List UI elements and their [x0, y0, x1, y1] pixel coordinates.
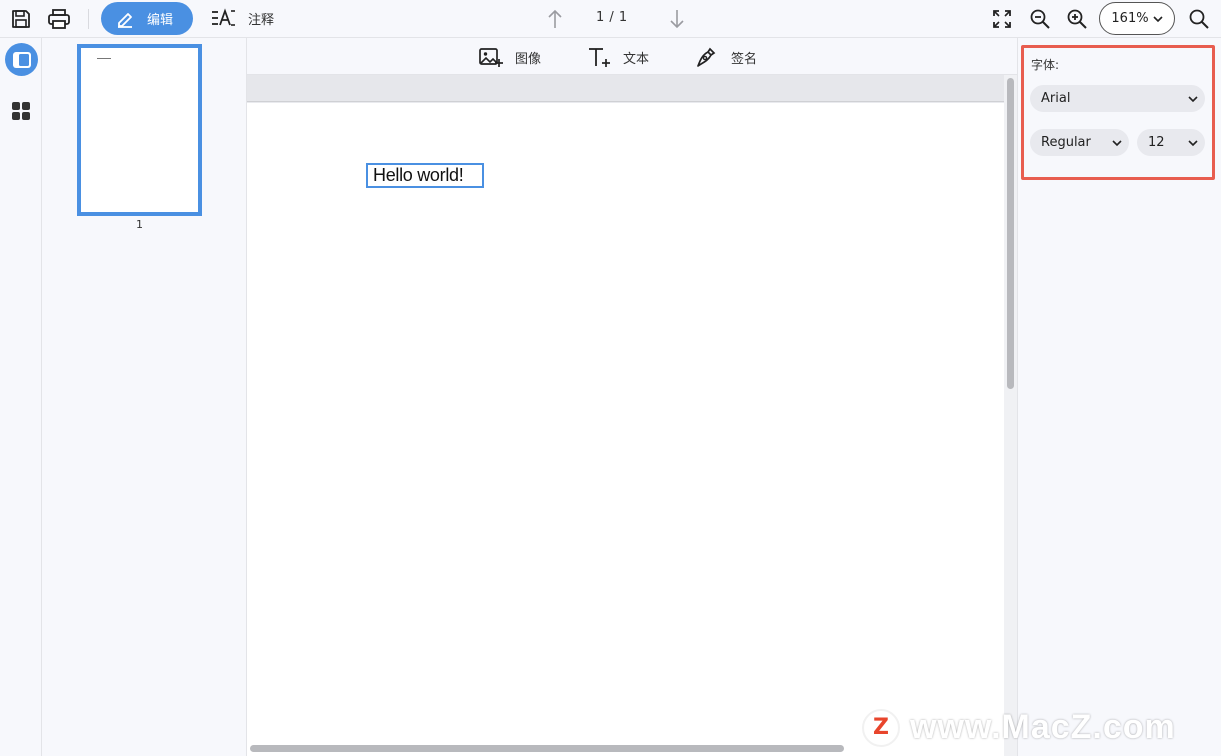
- fullscreen-icon[interactable]: [989, 6, 1015, 32]
- add-text-button[interactable]: 文本: [587, 44, 649, 70]
- print-icon[interactable]: [46, 6, 72, 32]
- page-indicator: 1 / 1: [596, 10, 628, 25]
- font-style-select[interactable]: Regular: [1030, 129, 1129, 156]
- chevron-down-icon: [1153, 15, 1163, 23]
- search-icon[interactable]: [1186, 6, 1212, 32]
- arrow-down-icon[interactable]: [664, 6, 690, 32]
- zoom-level-value: 161%: [1111, 11, 1149, 26]
- sidebar-icon: [12, 51, 32, 69]
- add-signature-button[interactable]: 签名: [695, 44, 757, 70]
- thumbnail-text-preview: [97, 58, 111, 59]
- selected-text-box[interactable]: Hello world!: [366, 163, 484, 188]
- font-family-value: Arial: [1041, 91, 1071, 106]
- zoom-in-icon[interactable]: [1064, 6, 1090, 32]
- arrow-up-icon[interactable]: [542, 6, 568, 32]
- image-icon: [479, 46, 503, 68]
- edit-mode-button[interactable]: 编辑: [101, 2, 193, 35]
- edit-tools-bar: 图像 文本 签名: [247, 38, 1017, 75]
- add-image-label: 图像: [515, 51, 542, 67]
- thumbnail-panel-toggle[interactable]: [5, 43, 38, 76]
- horizontal-scrollbar-thumb[interactable]: [250, 745, 844, 752]
- grid-view-icon[interactable]: [10, 100, 32, 122]
- font-section-label: 字体:: [1031, 58, 1060, 72]
- vertical-scrollbar[interactable]: [1004, 75, 1017, 756]
- add-signature-label: 签名: [731, 51, 758, 67]
- page-gap: [247, 75, 1004, 102]
- edit-mode-label: 编辑: [147, 13, 174, 28]
- page-thumbnail[interactable]: [77, 44, 202, 216]
- properties-panel: 字体: Arial Regular 12: [1017, 38, 1221, 756]
- signature-pen-icon: [695, 46, 719, 68]
- main-toolbar: 编辑 注释 1 / 1 161%: [0, 0, 1221, 38]
- save-icon[interactable]: [8, 6, 34, 32]
- text-icon: [587, 46, 611, 68]
- zoom-level-select[interactable]: 161%: [1099, 2, 1175, 35]
- add-image-button[interactable]: 图像: [479, 44, 541, 70]
- watermark: Z www.MacZ.com: [862, 708, 1176, 747]
- annotate-mode-label: 注释: [248, 12, 275, 28]
- toolbar-divider: [88, 9, 89, 29]
- font-size-select[interactable]: 12: [1137, 129, 1205, 156]
- annotate-mode-button[interactable]: 注释: [210, 5, 274, 31]
- thumbnail-panel: 1: [42, 38, 247, 756]
- vertical-scrollbar-thumb[interactable]: [1007, 78, 1014, 389]
- font-style-value: Regular: [1041, 135, 1091, 150]
- font-size-value: 12: [1148, 135, 1165, 150]
- watermark-text: www.MacZ.com: [910, 708, 1176, 746]
- thumbnail-page-number: 1: [136, 218, 143, 231]
- document-viewport[interactable]: Hello world!: [247, 75, 1017, 756]
- annotate-icon: [210, 8, 236, 28]
- font-family-select[interactable]: Arial: [1030, 85, 1205, 112]
- pencil-icon: [115, 9, 135, 29]
- document-page[interactable]: Hello world!: [247, 103, 1004, 756]
- left-rail: [0, 38, 42, 756]
- zoom-out-icon[interactable]: [1027, 6, 1053, 32]
- add-text-label: 文本: [623, 51, 650, 67]
- chevron-down-icon: [1188, 139, 1198, 147]
- chevron-down-icon: [1112, 139, 1122, 147]
- watermark-logo: Z: [862, 708, 900, 747]
- chevron-down-icon: [1188, 95, 1198, 103]
